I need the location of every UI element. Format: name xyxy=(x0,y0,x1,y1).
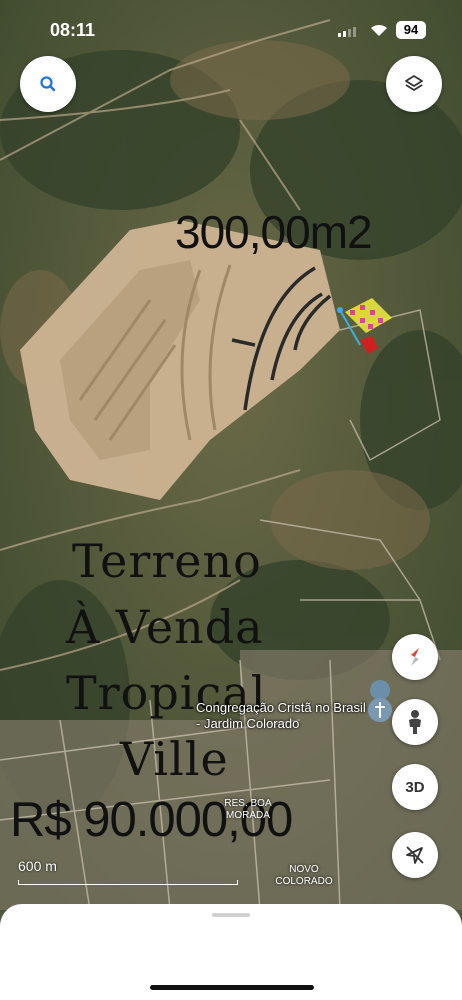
title-line-2: À Venda xyxy=(66,600,264,654)
place-label[interactable]: Congregação Cristã no Brasil - Jardim Co… xyxy=(196,700,371,732)
area-text: 300,00m2 xyxy=(175,206,373,258)
scale-label: 600 m xyxy=(18,858,57,874)
battery-indicator: 94 xyxy=(396,21,426,39)
scale-bar xyxy=(18,880,238,885)
street-view-button[interactable] xyxy=(392,699,438,745)
search-button[interactable] xyxy=(20,56,76,112)
title-line-1: Terreno xyxy=(72,534,262,588)
signal-icon xyxy=(338,27,356,37)
neighborhood-label: NOVO COLORADO xyxy=(275,864,333,887)
compass-icon xyxy=(411,648,419,666)
status-bar: 08:11 94 xyxy=(0,0,462,60)
wifi-icon xyxy=(370,23,388,41)
satellite-imagery xyxy=(0,0,462,910)
home-indicator[interactable] xyxy=(150,985,314,990)
street-label: RES. BOA MORADA xyxy=(224,798,272,821)
location-off-icon xyxy=(406,846,424,864)
sheet-drag-handle[interactable] xyxy=(212,913,250,917)
compass-button[interactable] xyxy=(392,634,438,680)
search-icon xyxy=(40,76,56,92)
my-location-button[interactable] xyxy=(392,832,438,878)
layers-button[interactable] xyxy=(386,56,442,112)
layers-icon xyxy=(405,75,423,91)
satellite-map[interactable] xyxy=(0,0,462,910)
map-scale: 600 m xyxy=(18,858,238,885)
title-line-4: Ville xyxy=(120,732,229,786)
pegman-icon xyxy=(409,710,421,734)
mode-3d-button[interactable]: 3D xyxy=(392,764,438,810)
status-time: 08:11 xyxy=(50,20,96,40)
